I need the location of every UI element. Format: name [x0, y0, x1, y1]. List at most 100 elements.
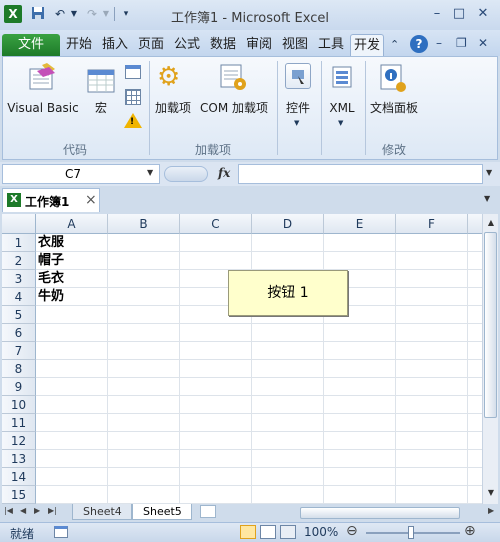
select-all-corner[interactable] — [2, 214, 36, 234]
insert-function-icon[interactable]: fx — [218, 166, 230, 180]
column-header[interactable]: C — [180, 214, 252, 234]
group-modify-label: 修改 — [381, 143, 406, 157]
tab-tools[interactable]: 工具 — [314, 34, 348, 56]
column-header[interactable]: D — [252, 214, 324, 234]
minimize-ribbon-icon[interactable]: ⌃ — [390, 38, 399, 51]
row-header[interactable]: 6 — [2, 324, 36, 342]
tab-formulas[interactable]: 公式 — [170, 34, 204, 56]
ribbon-separator — [365, 61, 366, 155]
form-button-1[interactable]: 按钮 1 — [228, 270, 348, 316]
row-header[interactable]: 8 — [2, 360, 36, 378]
tab-developer[interactable]: 开发 — [350, 34, 384, 56]
com-add-ins-button[interactable]: COM 加载项 — [197, 61, 271, 115]
next-sheet-icon[interactable]: ▶ — [34, 506, 40, 515]
minimize-icon[interactable]: – — [426, 5, 448, 23]
normal-view-icon[interactable] — [240, 525, 256, 539]
scroll-up-icon[interactable]: ▲ — [485, 216, 497, 230]
maximize-icon[interactable]: □ — [448, 5, 470, 23]
row-header[interactable]: 13 — [2, 450, 36, 468]
record-macro-icon[interactable] — [125, 65, 141, 79]
tab-data[interactable]: 数据 — [206, 34, 240, 56]
scroll-right-icon[interactable]: ▶ — [488, 506, 494, 515]
zoom-out-icon[interactable]: ⊖ — [346, 523, 358, 539]
hscroll-thumb[interactable] — [300, 507, 460, 519]
formula-bar-resize-icon[interactable] — [164, 166, 208, 182]
workbook-list-icon[interactable]: ▼ — [484, 194, 490, 203]
document-panel-button[interactable]: 文档面板 — [367, 61, 421, 115]
xml-button[interactable]: XML ▼ — [325, 61, 359, 131]
row-header[interactable]: 14 — [2, 468, 36, 486]
zoom-slider-thumb[interactable] — [408, 526, 414, 539]
insert-sheet-icon[interactable] — [200, 505, 216, 518]
row-header[interactable]: 7 — [2, 342, 36, 360]
cell-a2[interactable]: 帽子 — [36, 252, 108, 270]
name-box-dropdown-icon[interactable]: ▼ — [147, 168, 153, 177]
cell-a3[interactable]: 毛衣 — [36, 270, 108, 288]
row-header[interactable]: 11 — [2, 414, 36, 432]
page-break-view-icon[interactable] — [280, 525, 296, 539]
visual-basic-label: Visual Basic — [7, 101, 79, 115]
row-header[interactable]: 2 — [2, 252, 36, 270]
macro-record-icon[interactable] — [54, 526, 68, 538]
ribbon-separator — [321, 61, 322, 155]
zoom-in-icon[interactable]: ⊕ — [464, 523, 476, 539]
sheet-tab-sheet5[interactable]: Sheet5 — [132, 504, 192, 520]
formula-input[interactable] — [238, 164, 483, 184]
title-bar: X ↶ ▼ ↷ ▼ ▾ 工作簿1 - Microsoft Excel – □ ✕ — [0, 0, 500, 30]
tab-view[interactable]: 视图 — [278, 34, 312, 56]
vertical-scrollbar[interactable]: ▲ ▼ — [482, 214, 498, 504]
xml-label: XML — [329, 101, 355, 115]
prev-sheet-icon[interactable]: ◀ — [20, 506, 26, 515]
row-header[interactable]: 12 — [2, 432, 36, 450]
tab-review[interactable]: 审阅 — [242, 34, 276, 56]
column-header[interactable]: F — [396, 214, 468, 234]
workbook-tab[interactable]: X 工作簿1 × — [2, 188, 100, 212]
tab-file[interactable]: 文件 — [2, 34, 60, 56]
sheet-tab-sheet4[interactable]: Sheet4 — [72, 504, 132, 520]
page-layout-view-icon[interactable] — [260, 525, 276, 539]
scroll-down-icon[interactable]: ▼ — [485, 486, 497, 500]
ribbon-separator — [149, 61, 150, 155]
row-header[interactable]: 4 — [2, 288, 36, 306]
document-panel-icon — [379, 63, 407, 93]
cell-a1[interactable]: 衣服 — [36, 234, 108, 252]
column-header[interactable]: E — [324, 214, 396, 234]
row-header[interactable]: 3 — [2, 270, 36, 288]
spreadsheet-grid[interactable]: A B C D E F 1 2 3 4 5 6 7 8 9 10 11 12 1… — [2, 214, 482, 504]
name-box[interactable]: C7 ▼ — [2, 164, 160, 184]
close-workbook-icon[interactable]: × — [85, 192, 97, 208]
doc-minimize-icon[interactable]: – — [436, 36, 442, 50]
doc-close-icon[interactable]: ✕ — [478, 36, 488, 50]
controls-button[interactable]: 控件 ▼ — [281, 61, 315, 131]
column-header[interactable]: A — [36, 214, 108, 234]
workbook-tab-bar: X 工作簿1 × ▼ — [0, 186, 500, 214]
expand-formula-bar-icon[interactable]: ▼ — [486, 168, 492, 177]
add-ins-button[interactable]: ⚙ 加载项 — [153, 61, 193, 115]
column-header[interactable]: B — [108, 214, 180, 234]
last-sheet-icon[interactable]: ▶| — [48, 506, 57, 515]
first-sheet-icon[interactable]: |◀ — [4, 506, 13, 515]
row-header[interactable]: 1 — [2, 234, 36, 252]
cell-a4[interactable]: 牛奶 — [36, 288, 108, 306]
row-header[interactable]: 5 — [2, 306, 36, 324]
macros-button[interactable]: 宏 — [83, 61, 121, 115]
tab-insert[interactable]: 插入 — [98, 34, 132, 56]
controls-dropdown-icon: ▼ — [294, 119, 300, 127]
doc-restore-icon[interactable]: ❐ — [456, 36, 467, 50]
help-icon[interactable]: ? — [410, 35, 428, 53]
tab-page-layout[interactable]: 页面 — [134, 34, 168, 56]
column-header[interactable] — [468, 214, 482, 234]
workbook-tab-label: 工作簿1 — [25, 195, 70, 209]
ribbon-tab-bar: 文件 开始 插入 页面 公式 数据 审阅 视图 工具 开发 ⌃ ? – ❐ ✕ — [0, 30, 500, 56]
relative-reference-icon[interactable] — [125, 89, 141, 105]
gear-icon: ⚙ — [157, 62, 181, 92]
tab-home[interactable]: 开始 — [62, 34, 96, 56]
scroll-thumb[interactable] — [484, 232, 497, 418]
row-header[interactable]: 10 — [2, 396, 36, 414]
row-header[interactable]: 15 — [2, 486, 36, 504]
visual-basic-button[interactable]: Visual Basic — [7, 61, 79, 115]
close-icon[interactable]: ✕ — [472, 5, 494, 23]
row-header[interactable]: 9 — [2, 378, 36, 396]
zoom-level[interactable]: 100% — [304, 525, 338, 539]
sheet-tab-label: Sheet4 — [83, 505, 122, 518]
